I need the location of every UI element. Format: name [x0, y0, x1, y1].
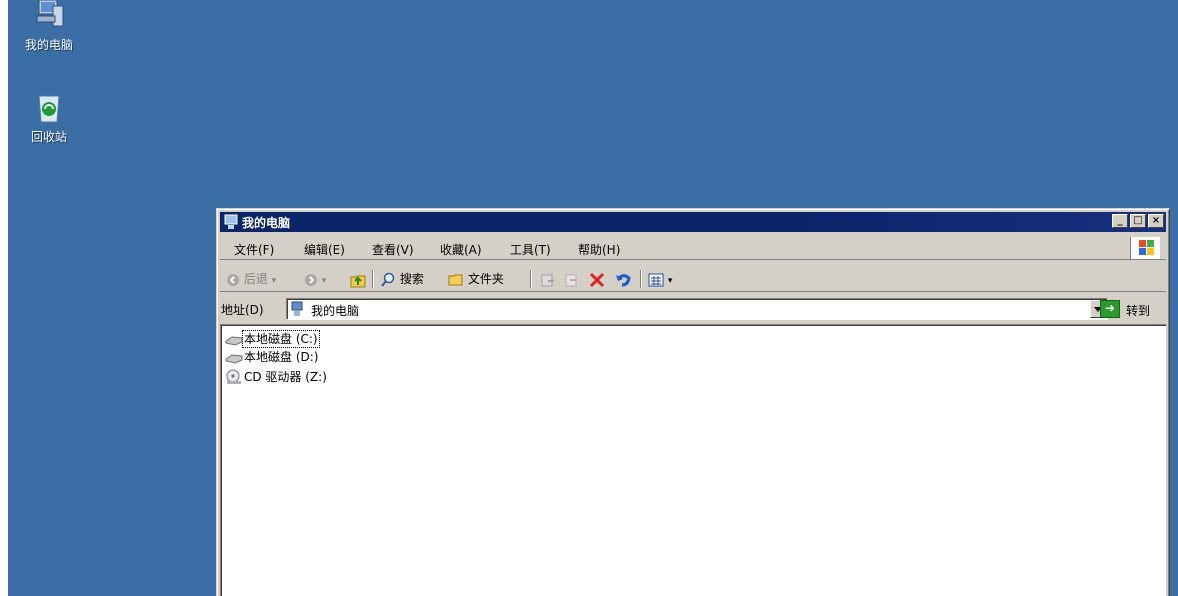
- back-button[interactable]: 后退 ▾: [226, 270, 276, 288]
- menu-favorites[interactable]: 收藏(A): [440, 241, 482, 258]
- hard-disk-icon: [225, 334, 243, 346]
- back-label: 后退: [243, 272, 268, 286]
- forward-arrow-icon: [305, 273, 317, 286]
- address-label: 地址(D): [221, 303, 264, 317]
- hard-disk-icon: [225, 352, 243, 364]
- search-button[interactable]: 搜索: [380, 270, 424, 288]
- cd-drive-icon: [225, 369, 243, 385]
- up-folder-icon: [350, 275, 366, 287]
- move-to-button[interactable]: [540, 270, 556, 288]
- up-folder-button[interactable]: [350, 270, 366, 288]
- title-bar[interactable]: 我的电脑 _ □ ×: [220, 212, 1166, 232]
- undo-button[interactable]: [614, 270, 632, 288]
- menu-tools[interactable]: 工具(T): [510, 241, 551, 258]
- address-input[interactable]: 我的电脑: [286, 298, 1108, 320]
- desktop-icon-label: 回收站: [30, 130, 67, 144]
- screen-edge: [0, 0, 8, 596]
- drive-label: CD 驱动器 (Z:): [244, 370, 327, 384]
- drive-label: 本地磁盘 (D:): [244, 350, 319, 364]
- close-button[interactable]: ×: [1148, 214, 1164, 228]
- menu-bar: 文件(F) 编辑(E) 查看(V) 收藏(A) 工具(T) 帮助(H): [220, 236, 1166, 260]
- explorer-window: 我的电脑 _ □ × 文件(F) 编辑(E) 查看(V) 收藏(A) 工具(T)…: [216, 208, 1170, 596]
- window-title: 我的电脑: [242, 216, 291, 230]
- go-button[interactable]: ➜ 转到: [1100, 298, 1164, 320]
- undo-icon: [616, 273, 631, 286]
- address-bar: 地址(D) 我的电脑 ➜ 转到: [220, 296, 1166, 322]
- back-arrow-icon: [227, 273, 239, 286]
- forward-button[interactable]: ▾: [304, 270, 326, 288]
- views-icon: [648, 273, 664, 286]
- my-computer-icon: [224, 214, 238, 230]
- views-button[interactable]: ▾: [648, 270, 672, 288]
- toolbar: 后退 ▾ ▾ 搜索 文件夹 ▾: [220, 266, 1166, 292]
- address-value: 我的电脑: [311, 304, 360, 318]
- go-arrow-icon: ➜: [1100, 300, 1120, 318]
- go-label: 转到: [1126, 304, 1151, 318]
- copy-to-icon: [565, 274, 577, 286]
- menu-file[interactable]: 文件(F): [234, 241, 274, 258]
- delete-button[interactable]: [588, 270, 606, 288]
- move-to-icon: [541, 274, 554, 286]
- toolbar-separator: [530, 270, 532, 288]
- menu-edit[interactable]: 编辑(E): [304, 241, 345, 258]
- copy-to-button[interactable]: [564, 270, 580, 288]
- drive-label: 本地磁盘 (C:): [242, 330, 320, 348]
- folder-icon: [448, 274, 463, 285]
- search-label: 搜索: [399, 272, 424, 286]
- desktop-icon-label: 我的电脑: [24, 38, 73, 52]
- desktop-icon-recycle-bin[interactable]: 回收站: [14, 92, 84, 145]
- toolbar-separator: [372, 270, 374, 288]
- folders-label: 文件夹: [467, 272, 504, 286]
- folders-button[interactable]: 文件夹: [448, 270, 504, 288]
- my-computer-icon: [33, 0, 65, 32]
- windows-logo-icon: [1130, 237, 1160, 259]
- minimize-button[interactable]: _: [1112, 214, 1128, 228]
- recycle-bin-icon: [33, 92, 65, 124]
- menu-view[interactable]: 查看(V): [372, 241, 414, 258]
- maximize-button[interactable]: □: [1130, 214, 1146, 228]
- desktop-icon-my-computer[interactable]: 我的电脑: [14, 0, 84, 53]
- toolbar-separator: [640, 270, 642, 288]
- search-icon: [381, 272, 395, 287]
- my-computer-icon: [291, 301, 303, 317]
- menu-help[interactable]: 帮助(H): [578, 241, 620, 258]
- delete-icon: [589, 272, 605, 287]
- file-list: 本地磁盘 (C:) 本地磁盘 (D:) CD 驱动器 (Z:): [220, 324, 1166, 596]
